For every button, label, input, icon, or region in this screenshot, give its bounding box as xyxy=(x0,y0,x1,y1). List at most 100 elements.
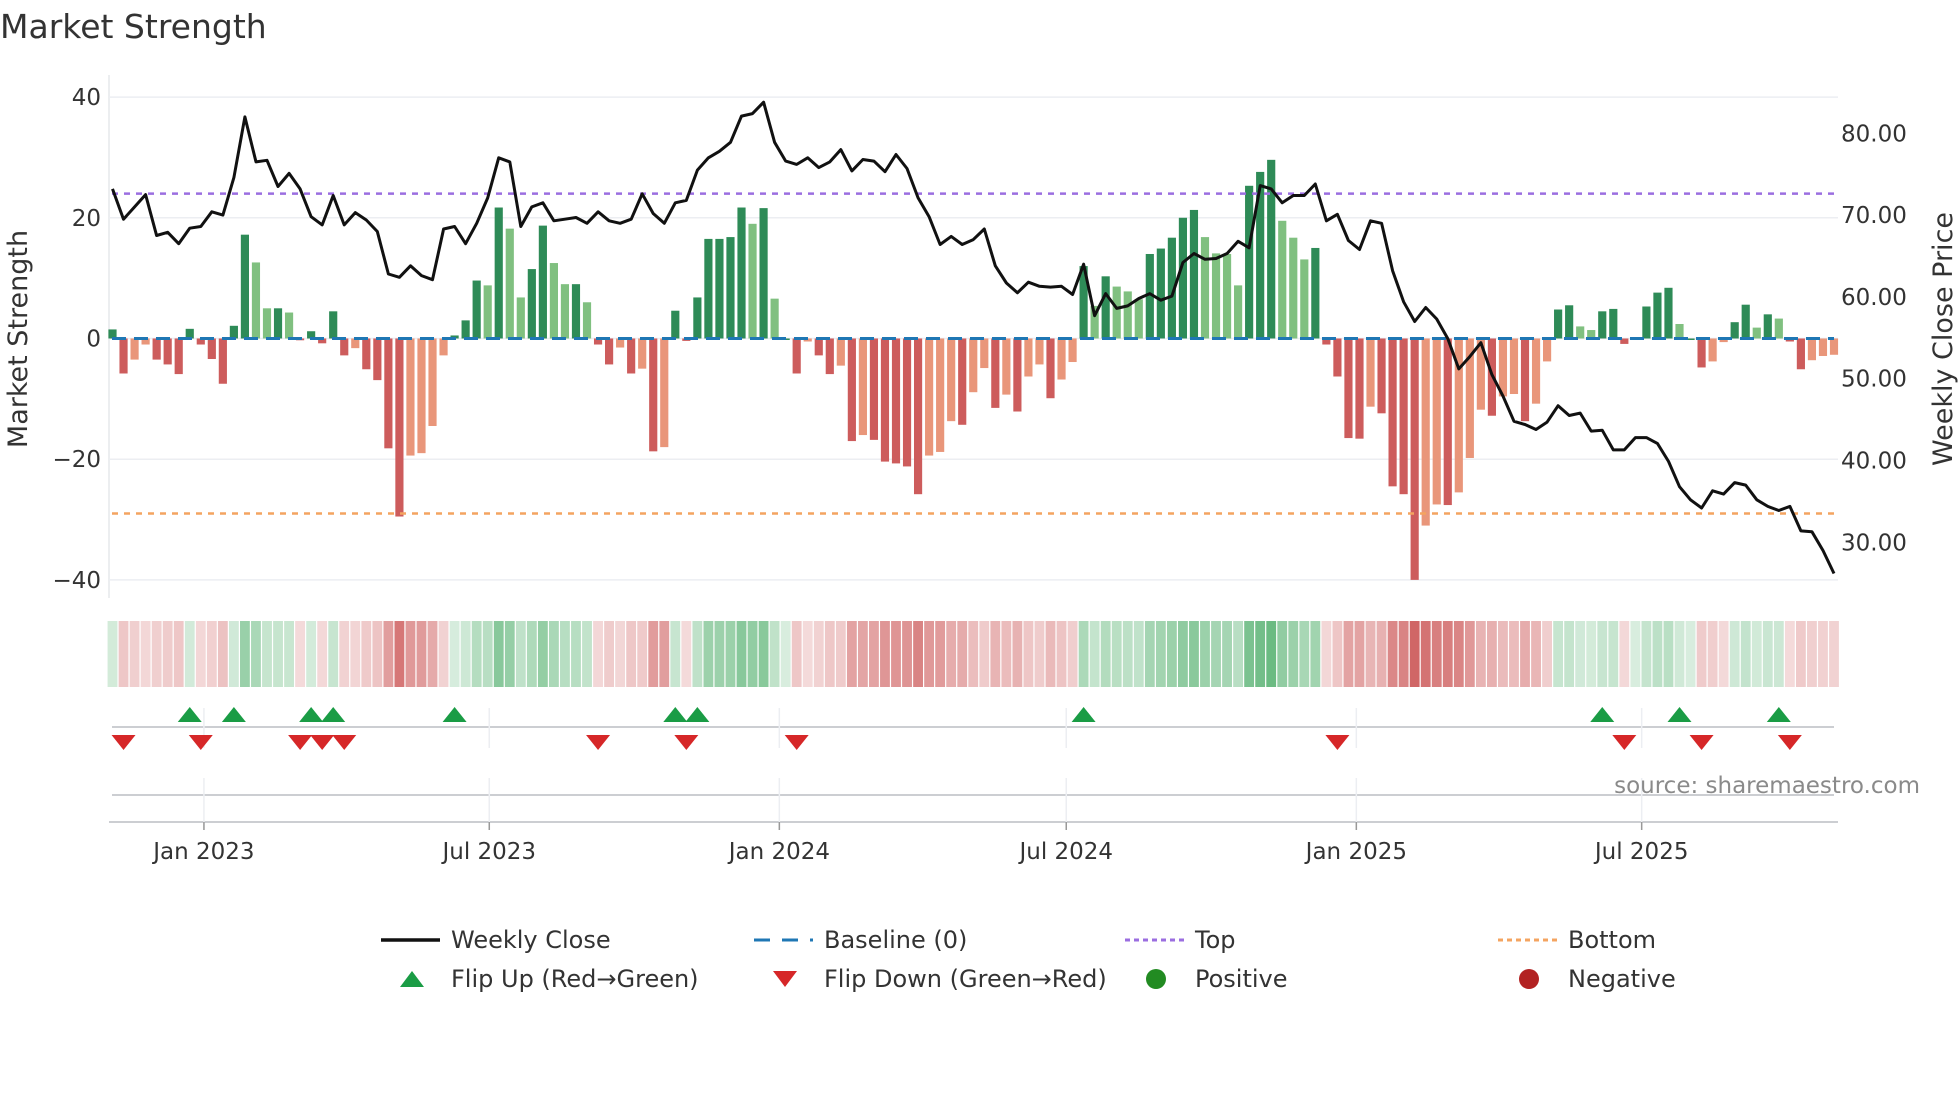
heat-cell xyxy=(482,621,493,687)
flip-markers-panel xyxy=(109,707,1838,830)
strength-bar xyxy=(1421,338,1430,526)
heat-cell xyxy=(924,621,935,687)
heat-cell xyxy=(1211,621,1221,687)
heat-cell xyxy=(604,621,615,687)
heat-cell xyxy=(1608,621,1619,687)
strength-bar xyxy=(1344,338,1353,439)
strength-bar xyxy=(704,238,713,339)
legend-label: Top xyxy=(1194,926,1236,954)
strength-bar xyxy=(1664,287,1673,339)
strength-bar xyxy=(1333,338,1342,377)
heat-cell xyxy=(1829,621,1839,687)
heat-cell xyxy=(769,621,780,687)
heat-cell xyxy=(593,621,603,687)
heat-cell xyxy=(1431,621,1442,687)
heat-cell xyxy=(1464,621,1475,687)
left-tick-label: 40 xyxy=(72,85,101,111)
heat-cell xyxy=(1663,621,1674,687)
left-axis-label: Market Strength xyxy=(3,230,34,448)
flip-down-marker xyxy=(586,735,611,750)
heat-cell xyxy=(1807,621,1817,687)
legend-label: Bottom xyxy=(1568,926,1656,954)
legend-circle-icon xyxy=(1146,969,1166,989)
heat-cell xyxy=(515,621,526,687)
strength-bar xyxy=(1576,326,1585,339)
heat-cell xyxy=(1387,621,1398,687)
flip-down-marker xyxy=(1689,735,1714,750)
heat-cell xyxy=(372,621,383,687)
strength-bar xyxy=(1410,338,1419,580)
strength-bar xyxy=(1531,338,1541,404)
heat-cell xyxy=(206,621,217,687)
strength-bar xyxy=(384,338,393,449)
strength-bar xyxy=(439,338,448,356)
strength-bar xyxy=(1565,305,1574,339)
heat-cell xyxy=(1685,621,1696,687)
heat-cell xyxy=(284,621,294,687)
strength-bar xyxy=(229,325,238,339)
heat-cell xyxy=(615,621,626,687)
heat-cell xyxy=(1652,621,1663,687)
strength-bar xyxy=(1377,338,1386,414)
heat-cell xyxy=(537,621,548,687)
strength-bar xyxy=(1598,311,1607,339)
strength-bar xyxy=(494,207,503,339)
heat-cell xyxy=(306,621,317,687)
heat-cell xyxy=(1498,621,1508,687)
strength-bar xyxy=(362,338,371,370)
heat-cell xyxy=(1486,621,1497,687)
strength-bar xyxy=(505,228,514,339)
heat-cell xyxy=(714,621,725,687)
strength-bar xyxy=(1609,308,1618,339)
heat-cell xyxy=(1321,621,1332,687)
flip-down-marker xyxy=(1612,735,1637,750)
heat-cell xyxy=(1166,621,1177,687)
strength-bar xyxy=(1796,338,1805,370)
heat-cell xyxy=(1420,621,1431,687)
heat-cell xyxy=(1718,621,1729,687)
heat-cell xyxy=(1056,621,1067,687)
right-tick-label: 40.00 xyxy=(1841,449,1907,475)
flip-up-marker xyxy=(442,707,467,722)
heat-cell xyxy=(438,621,449,687)
strength-bar xyxy=(770,298,779,339)
strength-bar xyxy=(1774,318,1783,339)
legend-triangle-up-icon xyxy=(400,971,424,987)
flip-down-marker xyxy=(332,735,357,750)
heat-cell xyxy=(140,621,151,687)
strength-bar xyxy=(1002,338,1011,395)
heat-cell xyxy=(173,621,184,687)
heat-cell xyxy=(957,621,968,687)
flip-down-marker xyxy=(1777,735,1802,750)
strength-bar xyxy=(880,338,890,462)
heat-cell xyxy=(1784,621,1795,687)
heat-cell xyxy=(1762,621,1773,687)
strength-bar xyxy=(549,263,558,339)
strength-bar xyxy=(1289,237,1298,339)
strength-bar xyxy=(715,238,724,339)
chart-title: Market Strength xyxy=(0,7,267,46)
heat-cell xyxy=(240,621,250,687)
heat-cell xyxy=(560,621,570,687)
strength-bar xyxy=(1300,259,1309,339)
heat-cell xyxy=(217,621,228,687)
strength-bar xyxy=(980,338,989,369)
heat-cell xyxy=(824,621,835,687)
heat-cell xyxy=(703,621,714,687)
strength-bar xyxy=(1156,248,1165,339)
right-axis-label: Weekly Close Price xyxy=(1928,212,1959,466)
heat-cell xyxy=(184,621,195,687)
strength-bar xyxy=(1123,291,1132,339)
strength-bar xyxy=(1509,338,1519,395)
heat-cell xyxy=(1409,621,1420,687)
strength-bar xyxy=(649,338,658,452)
heat-cell xyxy=(1155,621,1166,687)
strength-bar xyxy=(1763,314,1772,339)
heat-cell xyxy=(251,621,261,687)
x-tick-label: Jul 2023 xyxy=(440,839,536,865)
flip-up-marker xyxy=(1590,707,1615,722)
flip-up-marker xyxy=(663,707,688,722)
heat-cell xyxy=(504,621,515,687)
heat-cell xyxy=(747,621,758,687)
heat-cell xyxy=(383,621,394,687)
